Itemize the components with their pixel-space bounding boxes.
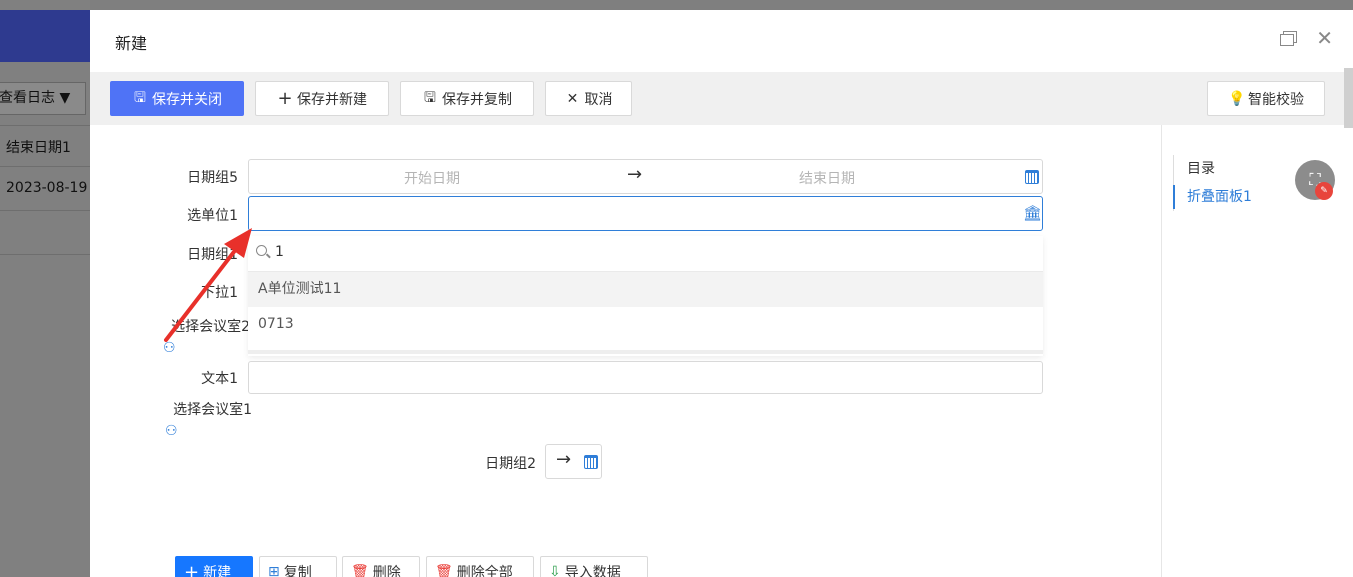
annotation-arrow bbox=[164, 228, 252, 342]
